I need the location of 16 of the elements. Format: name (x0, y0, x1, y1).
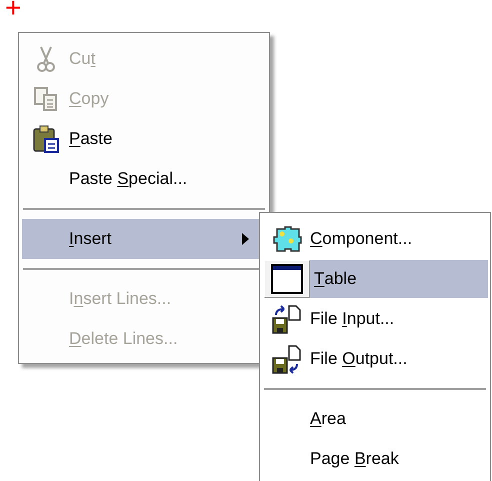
menu-item[interactable]: File Input... (263, 299, 487, 339)
menu-item[interactable]: Area (263, 399, 487, 439)
cursor-crosshair: + (5, 0, 22, 22)
floppy-export-icon (272, 344, 302, 374)
menu-item[interactable]: File Output... (263, 339, 487, 379)
submenu-arrow-icon (242, 233, 250, 245)
copy-icon (32, 86, 58, 112)
menu-item[interactable]: Paste (22, 119, 266, 159)
clipboard-icon (32, 125, 60, 153)
floppy-import-icon (272, 304, 302, 334)
menu-item[interactable]: Component... (263, 219, 487, 259)
puzzle-icon (270, 225, 302, 253)
menu-item[interactable]: Paste Special... (22, 159, 266, 199)
menu-item[interactable]: Page Break (263, 439, 487, 479)
window-icon (271, 264, 303, 294)
scissors-icon (34, 45, 56, 73)
